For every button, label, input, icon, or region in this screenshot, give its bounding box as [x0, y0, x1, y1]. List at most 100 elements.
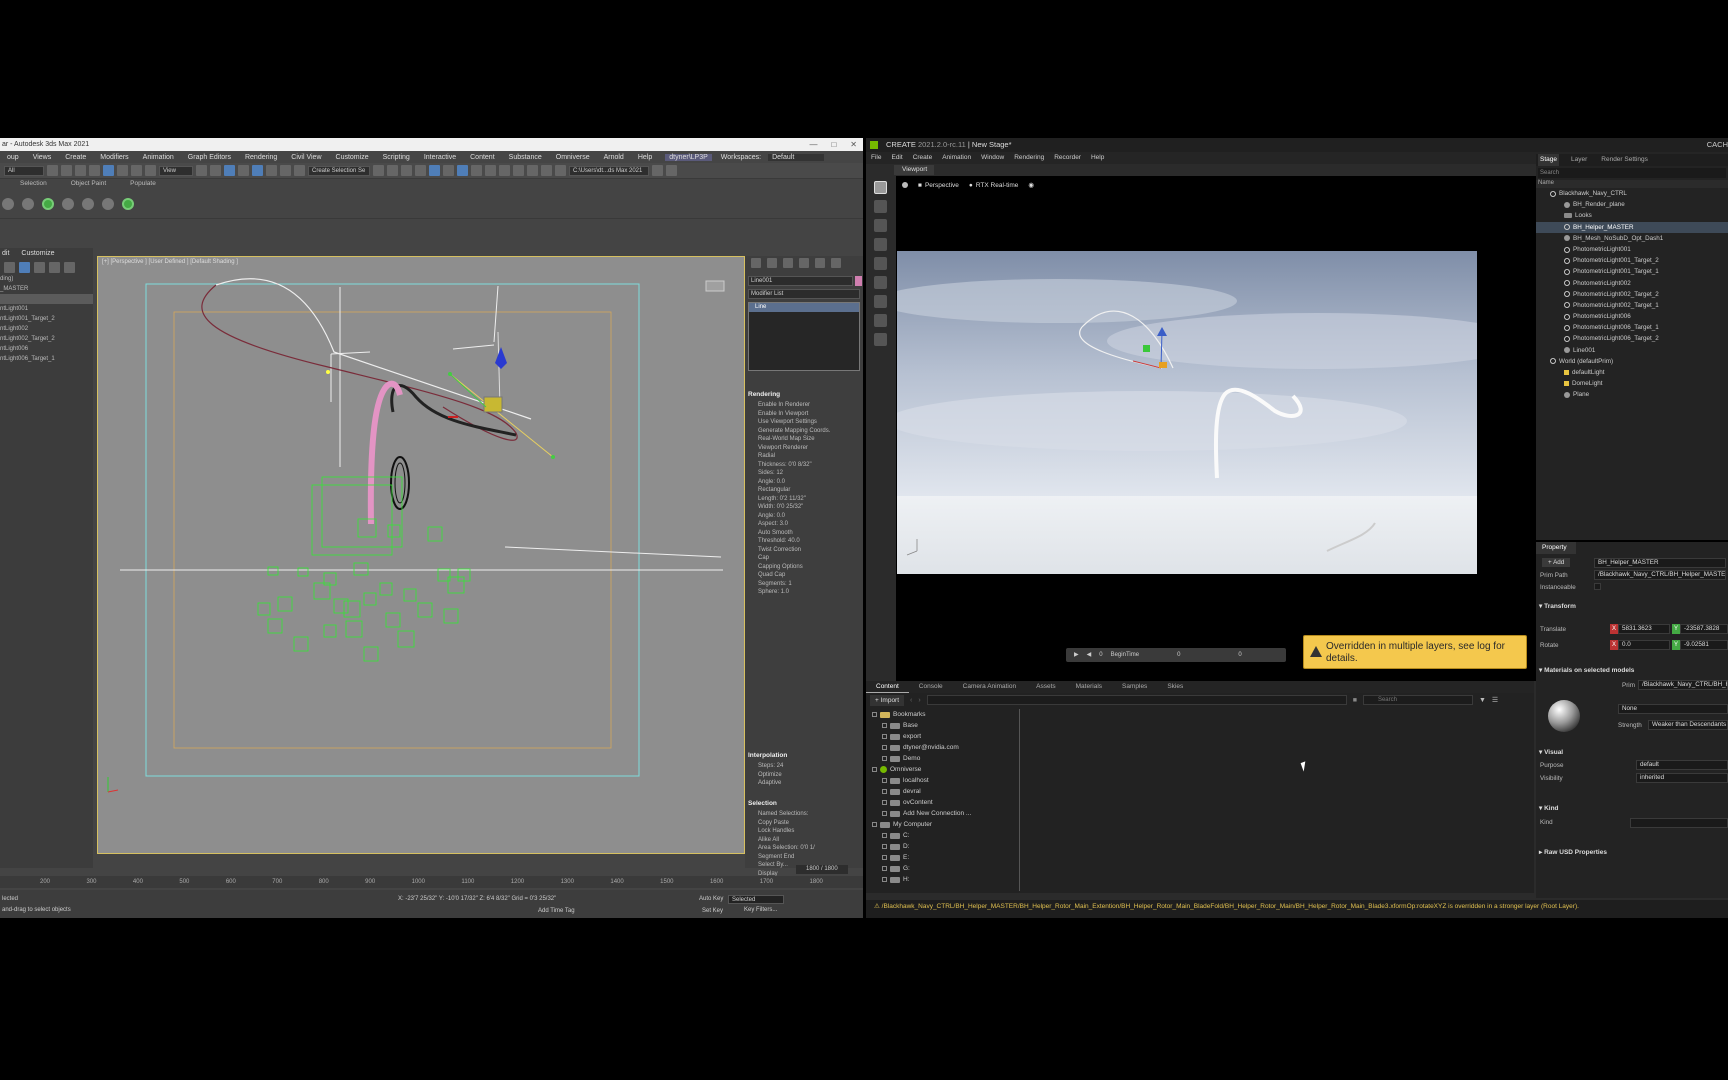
rollout-item[interactable]: Radial [748, 452, 860, 461]
translate-y-field[interactable]: -23587.3828 [1680, 624, 1728, 634]
named-selection-dropdown[interactable]: Create Selection Se [308, 165, 370, 176]
stage-item[interactable]: PhotometricLight002_Target_1 [1536, 300, 1728, 311]
tree-item[interactable]: dtyner@nvidia.com [872, 742, 1019, 753]
instanceable-checkbox[interactable] [1594, 583, 1601, 590]
close-filter-icon[interactable] [4, 261, 15, 273]
lock-icon[interactable] [34, 261, 45, 273]
minimize-icon[interactable]: — [809, 138, 817, 151]
scale-icon[interactable] [131, 165, 142, 176]
menu-item[interactable]: Scripting [376, 154, 417, 161]
hierarchy-icon[interactable] [49, 261, 60, 273]
stage-item[interactable]: PhotometricLight006_Target_1 [1536, 322, 1728, 333]
select-tool-icon[interactable] [874, 181, 887, 194]
rotate-label[interactable]: Rotate [1540, 642, 1559, 649]
rollout-item[interactable]: Use Viewport Settings [748, 418, 860, 427]
project-folder-icon[interactable] [555, 165, 566, 176]
object-name-field[interactable]: Line001 [748, 276, 853, 286]
angle-snap-icon[interactable] [252, 165, 263, 176]
rotate-icon[interactable] [117, 165, 128, 176]
rollout-item[interactable]: Angle: 0.0 [748, 478, 860, 487]
ribbon-tab-selection[interactable]: Selection [20, 179, 47, 189]
tree-item[interactable]: export [872, 731, 1019, 742]
rollout-item[interactable]: Aspect: 3.0 [748, 520, 860, 529]
percent-snap-icon[interactable] [266, 165, 277, 176]
material-prim-field[interactable]: /Blackhawk_Navy_CTRL/BH_Help [1638, 680, 1728, 690]
timeline-current[interactable]: 0 [1177, 648, 1180, 662]
forward-icon[interactable]: › [918, 697, 920, 704]
expand-toggle-icon[interactable] [882, 789, 887, 794]
user-account[interactable]: dtyner\LP3P [665, 153, 712, 161]
expand-toggle-icon[interactable] [882, 778, 887, 783]
tree-item[interactable]: E: [872, 852, 1019, 863]
prim-path-field[interactable]: /Blackhawk_Navy_CTRL/BH_Helper_MASTER [1594, 570, 1726, 580]
scene-explorer-item[interactable]: ntLight001_Target_2 [0, 314, 93, 324]
bottom-tab[interactable]: Camera Animation [953, 681, 1026, 693]
open-explorer-icon[interactable] [652, 165, 663, 176]
snap-icon[interactable] [238, 165, 249, 176]
rollout-item[interactable]: Length: 0'2 11/32" [748, 495, 860, 504]
mirror-icon[interactable] [373, 165, 384, 176]
scene-explorer-item[interactable] [0, 294, 93, 304]
curve-editor-icon[interactable] [429, 165, 440, 176]
render-iterative-icon[interactable] [527, 165, 538, 176]
add-button[interactable]: + Add [1542, 558, 1571, 567]
menu-item[interactable]: Edit [886, 152, 907, 164]
display-tab-icon[interactable] [815, 258, 825, 268]
stage-item[interactable]: PhotometricLight006 [1536, 311, 1728, 322]
hierarchy-tab-icon[interactable] [783, 258, 793, 268]
renderer-dropdown[interactable]: ● RTX Real-time [969, 182, 1018, 189]
menu-item[interactable]: Create [908, 152, 938, 164]
tree-item[interactable]: C: [872, 830, 1019, 841]
material-editor-icon[interactable] [457, 165, 468, 176]
play-icon[interactable] [874, 295, 887, 308]
object-color-swatch[interactable] [855, 276, 862, 286]
stage-item[interactable]: World (defaultPrim) [1536, 356, 1728, 367]
expand-toggle-icon[interactable] [872, 767, 877, 772]
selection-rollout-title[interactable]: Selection [748, 800, 860, 810]
stage-item[interactable]: BH_Render_plane [1536, 199, 1728, 210]
filter-funnel-icon[interactable]: ▼ [1479, 697, 1486, 704]
teapot-icon[interactable] [541, 165, 552, 176]
tree-item[interactable]: H: [872, 874, 1019, 885]
move-icon[interactable] [103, 165, 114, 176]
rollout-item[interactable]: Copy Paste [748, 819, 860, 828]
ribbon-tab-populate[interactable]: Populate [130, 179, 156, 189]
key-filters-button[interactable]: Key Filters... [744, 907, 777, 913]
keyboard-shortcut-icon[interactable] [224, 165, 235, 176]
bookmark-icon[interactable]: ■ [1353, 697, 1357, 704]
create-tab-icon[interactable] [751, 258, 761, 268]
menu-item[interactable]: Window [976, 152, 1009, 164]
rollout-item[interactable]: Angle: 0.0 [748, 512, 860, 521]
ribbon-tab-object-paint[interactable]: Object Paint [71, 179, 106, 189]
bottom-tab[interactable]: Skies [1157, 681, 1193, 693]
rollout-item[interactable]: Adaptive [748, 779, 860, 788]
menu-item[interactable]: Omniverse [549, 154, 597, 161]
menu-item[interactable]: Rendering [238, 154, 284, 161]
rollout-item[interactable]: Optimize [748, 771, 860, 780]
maximize-icon[interactable]: □ [831, 138, 836, 151]
tree-item[interactable]: Omniverse [872, 764, 1019, 775]
globe-icon[interactable] [62, 197, 74, 210]
viewport-label[interactable]: [+] [Perspective ] [User Defined ] [Defa… [102, 259, 238, 265]
menu-item[interactable]: Interactive [417, 154, 463, 161]
live-sync-toggle-icon[interactable] [42, 197, 54, 210]
rollout-item[interactable]: Rectangular [748, 486, 860, 495]
bottom-tab[interactable]: Assets [1026, 681, 1066, 693]
back-icon[interactable]: ‹ [910, 697, 912, 704]
scale-tool-icon[interactable] [874, 257, 887, 270]
motion-tab-icon[interactable] [799, 258, 809, 268]
select-manipulate-icon[interactable] [210, 165, 221, 176]
tree-item[interactable]: Demo [872, 753, 1019, 764]
render-setup-icon[interactable] [471, 165, 482, 176]
modifier-list-dropdown[interactable]: Modifier List [748, 289, 860, 299]
frame-indicator[interactable]: 1800 / 1800 [796, 865, 848, 874]
expand-toggle-icon[interactable] [882, 723, 887, 728]
bottom-tab[interactable]: Samples [1112, 681, 1157, 693]
menu-icon[interactable]: ☰ [1492, 696, 1498, 704]
render-frame-icon[interactable] [485, 165, 496, 176]
tree-item[interactable]: ovContent [872, 797, 1019, 808]
expand-toggle-icon[interactable] [882, 877, 887, 882]
measure-icon[interactable] [874, 333, 887, 346]
set-key-button[interactable]: Set Key [702, 908, 723, 914]
stage-item[interactable]: DomeLight [1536, 378, 1728, 389]
